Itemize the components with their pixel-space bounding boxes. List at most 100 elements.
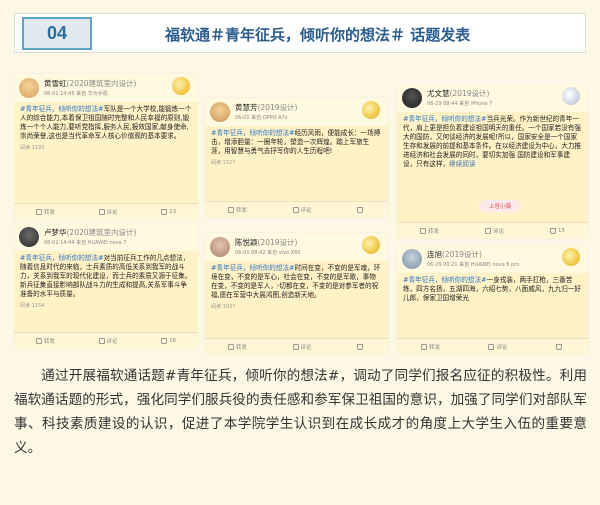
forward-label: 转发: [429, 345, 441, 351]
comment-label: 评论: [300, 208, 312, 214]
comment-button[interactable]: 评论: [488, 343, 508, 351]
forward-button[interactable]: 转发: [419, 227, 439, 235]
user-name[interactable]: 连旭: [427, 250, 442, 259]
medal-icon: [362, 101, 380, 119]
user-avatar[interactable]: [19, 227, 39, 247]
comment-label: 评论: [106, 339, 118, 345]
forward-button[interactable]: 转发: [227, 206, 247, 214]
username[interactable]: 黄雪虹(2020建筑室内设计): [44, 78, 136, 89]
comment-button[interactable]: 评论: [98, 208, 118, 216]
forward-icon: [227, 207, 234, 213]
read-count: 阅读 1037: [211, 304, 236, 310]
post-text: #青年征兵，倾听你的想法#一身戎装，两手扛枪，三番苦练，四方名扬，五湖四海，六绍…: [397, 273, 588, 303]
like-button[interactable]: [357, 207, 365, 213]
post-card[interactable]: 连旭(2019设计) 06-29 00:21 来自 HUAWEI nova 8 …: [397, 245, 588, 355]
username[interactable]: 卢梦华(2020建筑室内设计): [44, 227, 136, 238]
forward-label: 转发: [43, 339, 55, 345]
user-tag: (2020建筑室内设计): [66, 79, 137, 88]
post-actions: 转发 评论 23: [14, 203, 198, 220]
comment-icon: [484, 228, 491, 234]
username[interactable]: 连旭(2019设计): [427, 249, 482, 260]
read-count: 阅读 1327: [211, 160, 236, 166]
post-actions: 转发 评论 15: [397, 222, 588, 239]
user-name[interactable]: 黄雪虹: [44, 79, 67, 88]
forward-label: 转发: [235, 345, 247, 351]
post-header: 连旭(2019设计) 06-29 00:21 来自 HUAWEI nova 8 …: [397, 245, 588, 273]
user-avatar[interactable]: [402, 249, 422, 269]
thumbs-up-icon: [549, 228, 556, 234]
post-meta: 06-01 14:45 来自 华为手机: [44, 91, 108, 97]
hashtag-link[interactable]: #青年征兵，倾听你的想法#: [20, 105, 104, 113]
like-button[interactable]: [555, 344, 564, 350]
hashtag-link[interactable]: #青年征兵，倾听你的想法#: [20, 254, 104, 262]
user-avatar[interactable]: [210, 237, 230, 257]
thumbs-up-icon: [555, 344, 562, 350]
post-header: 尤文慧(2019设计) 06-29 08:44 来自 iPhone 7: [397, 84, 588, 112]
read-more-link[interactable]: 继续阅读: [449, 160, 475, 168]
like-button[interactable]: 16: [161, 338, 176, 344]
post-card[interactable]: 尤文慧(2019设计) 06-29 08:44 来自 iPhone 7 #青年征…: [397, 84, 588, 239]
post-card[interactable]: 黄慧芳(2019设计) 06-01 来自 OPPO A7x #青年征兵，倾听你的…: [205, 98, 388, 218]
like-button[interactable]: 23: [161, 209, 176, 215]
read-count: 阅读 1193: [20, 145, 45, 151]
thumbs-up-icon: [161, 338, 168, 344]
post-actions: 转发 评论: [205, 338, 388, 355]
post-header: 卢梦华(2020建筑室内设计) 06-01 14:44 来自 HUAWEI no…: [14, 223, 198, 251]
medal-icon: [562, 248, 580, 266]
forward-button[interactable]: 转发: [35, 208, 55, 216]
comment-button[interactable]: 评论: [98, 337, 118, 345]
like-count: 15: [557, 228, 565, 234]
forward-icon: [227, 344, 234, 350]
comment-label: 评论: [496, 345, 508, 351]
user-name[interactable]: 卢梦华: [44, 228, 67, 237]
post-card[interactable]: 陈悦颖(2019设计) 06-01 08:42 来自 vivo X60 #青年征…: [205, 233, 388, 355]
thumbs-up-icon: [357, 207, 364, 213]
like-button[interactable]: [357, 344, 365, 350]
comment-button[interactable]: 评论: [484, 227, 504, 235]
hashtag-link[interactable]: #青年征兵，倾听你的想法#: [211, 264, 295, 272]
user-avatar[interactable]: [210, 102, 230, 122]
user-avatar[interactable]: [19, 78, 39, 98]
user-tag: (2019设计): [257, 238, 298, 247]
username[interactable]: 黄慧芳(2019设计): [235, 102, 297, 113]
hashtag-link[interactable]: #青年征兵，倾听你的想法#: [211, 129, 295, 137]
summary-paragraph: 通过开展福软通话题#青年征兵，倾听你的想法#，调动了同学们报名应征的积极性。利用…: [14, 368, 587, 456]
forward-label: 转发: [427, 229, 439, 235]
section-title: 福软通＃青年征兵，倾听你的想法＃ 话题发表: [165, 26, 471, 44]
hashtag-link[interactable]: #青年征兵，倾听你的想法#: [403, 115, 487, 123]
forward-icon: [419, 228, 426, 234]
comment-label: 评论: [492, 229, 504, 235]
thumbs-up-icon: [161, 209, 168, 215]
comment-button[interactable]: 评论: [292, 343, 312, 351]
section-header: 04 福软通＃青年征兵，倾听你的想法＃ 话题发表: [14, 13, 586, 53]
like-count: 16: [169, 338, 177, 344]
post-card[interactable]: 卢梦华(2020建筑室内设计) 06-01 14:44 来自 HUAWEI no…: [14, 223, 198, 349]
post-header: 黄雪虹(2020建筑室内设计) 06-01 14:45 来自 华为手机: [14, 74, 198, 102]
medal-icon: [172, 77, 190, 95]
post-meta: 06-01 14:44 来自 HUAWEI nova 7: [44, 240, 127, 246]
user-tag: (2019设计): [442, 250, 482, 259]
username[interactable]: 陈悦颖(2019设计): [235, 237, 297, 248]
forward-icon: [35, 209, 42, 215]
user-name[interactable]: 尤文慧: [427, 89, 450, 98]
forward-button[interactable]: 转发: [227, 343, 247, 351]
post-card[interactable]: 黄雪虹(2020建筑室内设计) 06-01 14:45 来自 华为手机 #青年征…: [14, 74, 198, 220]
user-avatar[interactable]: [402, 88, 422, 108]
like-button[interactable]: 15: [549, 228, 565, 234]
post-text: #青年征兵，倾听你的想法#军队是一个大学校,能锻炼一个人的综合能力,本着保卫祖国…: [14, 102, 198, 141]
forward-label: 转发: [43, 210, 55, 216]
user-name[interactable]: 黄慧芳: [235, 103, 258, 112]
post-actions: 转发 评论 16: [14, 332, 198, 349]
forward-label: 转发: [235, 208, 247, 214]
mention-pill[interactable]: 上官小薇: [479, 200, 522, 212]
user-name[interactable]: 陈悦颖: [235, 238, 258, 247]
post-text: #青年征兵，倾听你的想法#时间在变，不变的是军魂，环境在变，不变的是军心，社会在…: [205, 261, 388, 300]
user-tag: (2020建筑室内设计): [66, 228, 137, 237]
comment-button[interactable]: 评论: [292, 206, 312, 214]
username[interactable]: 尤文慧(2019设计): [427, 88, 489, 99]
forward-button[interactable]: 转发: [35, 337, 55, 345]
hashtag-link[interactable]: #青年征兵，倾听你的想法#: [403, 276, 487, 284]
medal-icon: [562, 87, 580, 105]
forward-button[interactable]: 转发: [421, 343, 440, 351]
comment-icon: [98, 338, 105, 344]
